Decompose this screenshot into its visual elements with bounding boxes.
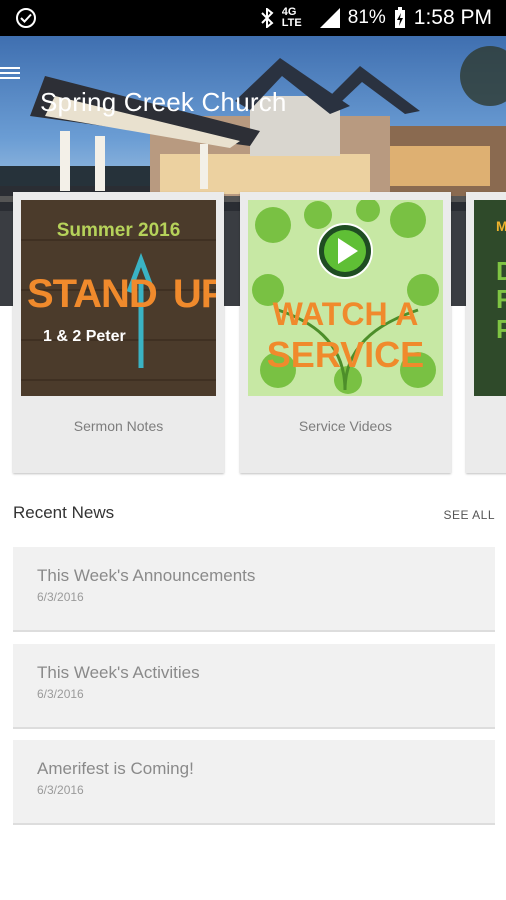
news-item-title: This Week's Activities [37, 663, 200, 682]
battery-charging-icon [394, 7, 405, 28]
card-partial[interactable]: M D R P [466, 192, 506, 473]
battery-percent: 81% [347, 7, 386, 28]
series-subtitle: 1 & 2 Peter [43, 328, 126, 345]
series-year: Summer 2016 [56, 220, 181, 241]
partial-text-p: P [496, 314, 506, 344]
service-text: SERVICE [266, 334, 425, 375]
watch-text: WATCH A [272, 296, 419, 332]
series-title: STAND UP [27, 272, 216, 317]
card-label: Service Videos [298, 418, 393, 434]
card-sermon-notes[interactable]: Summer 2016 STAND UP 1 & 2 Peter Sermon N… [13, 192, 224, 473]
check-circle-icon [16, 8, 36, 28]
series-title-part1: STAND [27, 272, 158, 316]
network-type-icon: 4G LTE [281, 7, 302, 29]
news-item-title: This Week's Announcements [37, 566, 256, 585]
status-bar: 4G LTE 81% 1:58 PM [0, 0, 506, 36]
clock: 1:58 PM [413, 6, 492, 29]
play-icon[interactable] [316, 222, 374, 280]
news-item-date: 6/3/2016 [37, 687, 84, 701]
watch-service-artwork: WATCH A SERVICE [248, 200, 443, 396]
menu-button[interactable] [0, 62, 24, 84]
partial-card-artwork: M D R P [474, 200, 506, 396]
news-item[interactable]: This Week's Announcements 6/3/2016 [13, 547, 495, 632]
series-title-part2: UP [172, 272, 216, 316]
partial-text-r: R [496, 284, 506, 314]
bluetooth-icon [261, 8, 274, 28]
news-item-date: 6/3/2016 [37, 590, 84, 604]
recent-news-title: Recent News [13, 503, 115, 522]
sermon-series-artwork: Summer 2016 STAND UP 1 & 2 Peter [21, 200, 216, 396]
card-service-videos[interactable]: WATCH A SERVICE Service Videos [240, 192, 451, 473]
recent-news-header: Recent News SEE ALL [13, 503, 495, 527]
news-item-title: Amerifest is Coming! [37, 759, 194, 778]
feature-carousel[interactable]: Summer 2016 STAND UP 1 & 2 Peter Sermon N… [0, 192, 506, 476]
partial-text-d: D [496, 256, 506, 286]
news-item[interactable]: This Week's Activities 6/3/2016 [13, 644, 495, 729]
app-title: Spring Creek Church [40, 87, 287, 117]
see-all-link[interactable]: SEE ALL [443, 508, 495, 522]
news-item[interactable]: Amerifest is Coming! 6/3/2016 [13, 740, 495, 825]
news-item-date: 6/3/2016 [37, 783, 84, 797]
card-label: Sermon Notes [73, 418, 164, 434]
partial-text-m: M [496, 218, 506, 234]
signal-icon [319, 8, 340, 28]
